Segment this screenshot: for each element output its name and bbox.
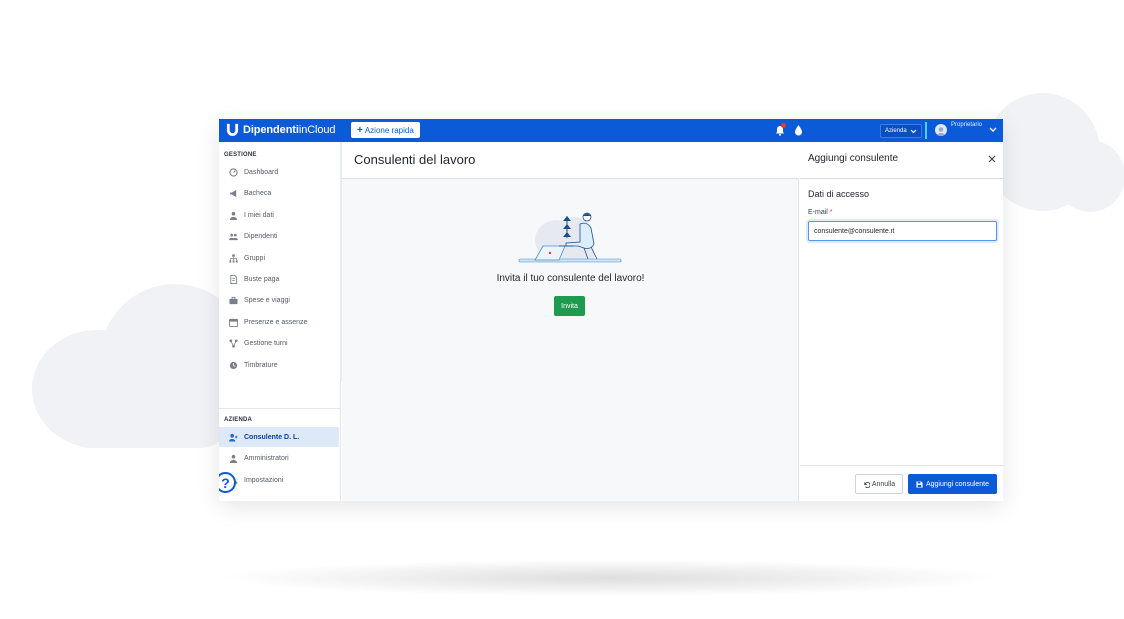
user-avatar-icon bbox=[936, 127, 946, 136]
notification-badge bbox=[781, 123, 786, 128]
briefcase-icon bbox=[229, 296, 238, 304]
sidebar-item-settings[interactable]: Impostazioni bbox=[219, 470, 339, 490]
sidebar-item-attendance[interactable]: Presenze e assenze bbox=[219, 312, 339, 332]
email-field[interactable] bbox=[808, 221, 997, 241]
sidebar-section-title: GESTIONE bbox=[224, 152, 257, 158]
sidebar-item-bacheca[interactable]: Bacheca bbox=[219, 183, 339, 203]
megaphone-icon bbox=[229, 189, 237, 197]
sidebar-item-label: Gestione turni bbox=[244, 339, 288, 347]
sidebar-item-expenses[interactable]: Spese e viaggi bbox=[219, 290, 339, 310]
floor-shadow bbox=[225, 560, 995, 596]
sidebar: GESTIONE Dashboard Bacheca I miei dati D… bbox=[219, 142, 342, 501]
shifts-icon bbox=[229, 338, 238, 348]
quick-action-label: Azione rapida bbox=[364, 125, 414, 135]
sidebar-item-my-data[interactable]: I miei dati bbox=[219, 205, 339, 225]
sidebar-item-labour-consultant[interactable]: Consulente D. L. bbox=[219, 427, 339, 447]
invite-consultant-illustration bbox=[518, 212, 622, 263]
add-consultant-panel: Aggiungi consulente Dati di accesso E-ma… bbox=[800, 142, 1003, 501]
panel-title: Aggiungi consulente bbox=[808, 153, 899, 164]
cancel-label: Annulla bbox=[871, 480, 896, 488]
quick-action-button[interactable]: + Azione rapida bbox=[351, 122, 420, 138]
company-selector[interactable]: Azienda bbox=[880, 124, 922, 138]
sidebar-item-administrators[interactable]: Amministratori bbox=[219, 448, 339, 468]
plus-icon: + bbox=[357, 124, 363, 136]
calendar-icon bbox=[229, 318, 238, 327]
sidebar-item-label: Presenze e assenze bbox=[244, 318, 308, 326]
panel-footer: Annulla Aggiungi consulente bbox=[800, 465, 1003, 501]
cancel-button[interactable]: Annulla bbox=[855, 474, 903, 494]
sitemap-icon bbox=[229, 253, 238, 263]
divider bbox=[219, 408, 340, 409]
sidebar-item-shifts[interactable]: Gestione turni bbox=[219, 333, 339, 353]
panel-header: Aggiungi consulente bbox=[800, 142, 1003, 179]
logo-icon bbox=[226, 123, 239, 136]
page-header: Consulenti del lavoro bbox=[342, 142, 799, 179]
sidebar-item-employees[interactable]: Dipendenti bbox=[219, 226, 339, 246]
clock-icon bbox=[229, 361, 238, 369]
email-label: E-mail * bbox=[808, 209, 833, 216]
sidebar-section-title: AZIENDA bbox=[224, 417, 253, 423]
add-consultant-label: Aggiungi consulente bbox=[925, 480, 990, 488]
main-content: Consulenti del lavoro Invita il tuo cons… bbox=[342, 142, 799, 501]
account-role: Proprietario bbox=[951, 122, 983, 128]
sidebar-item-label: Buste paga bbox=[244, 275, 280, 283]
sidebar-item-label: Gruppi bbox=[244, 254, 266, 262]
user-icon bbox=[229, 211, 238, 220]
brand-name: DipendentiinCloud bbox=[243, 123, 336, 136]
save-icon bbox=[916, 480, 923, 488]
chevron-down-icon[interactable] bbox=[989, 127, 997, 133]
sidebar-item-dashboard[interactable]: Dashboard bbox=[219, 162, 339, 182]
water-drop-icon[interactable] bbox=[794, 124, 803, 136]
sidebar-item-label: Dashboard bbox=[244, 168, 279, 176]
brand-logo[interactable]: DipendentiinCloud bbox=[226, 123, 336, 136]
chevron-down-icon bbox=[910, 129, 917, 133]
top-bar: DipendentiinCloud + Azione rapida Aziend… bbox=[219, 119, 1003, 142]
admin-icon bbox=[229, 454, 238, 463]
divider bbox=[925, 122, 927, 139]
page-title: Consulenti del lavoro bbox=[354, 152, 476, 167]
email-label-text: E-mail bbox=[808, 209, 828, 216]
background-cloud bbox=[60, 390, 230, 448]
background-cloud bbox=[1055, 140, 1124, 212]
sidebar-item-label: Timbrature bbox=[244, 361, 278, 369]
empty-state-message: Invita il tuo consulente del lavoro! bbox=[496, 273, 645, 284]
sidebar-item-clockings[interactable]: Timbrature bbox=[219, 355, 339, 375]
sidebar-item-label: Amministratori bbox=[244, 454, 289, 462]
avatar[interactable] bbox=[935, 124, 947, 136]
sidebar-item-groups[interactable]: Gruppi bbox=[219, 248, 339, 268]
required-asterisk: * bbox=[829, 209, 833, 216]
access-data-heading: Dati di accesso bbox=[808, 189, 870, 199]
close-icon[interactable] bbox=[988, 155, 996, 163]
sidebar-item-label: I miei dati bbox=[244, 211, 274, 219]
dashboard-icon bbox=[229, 167, 238, 177]
sidebar-item-payslips[interactable]: Buste paga bbox=[219, 269, 339, 289]
invite-button[interactable]: Invita bbox=[554, 296, 585, 316]
user-plus-icon bbox=[229, 433, 238, 442]
app-window: DipendentiinCloud + Azione rapida Aziend… bbox=[219, 119, 1003, 501]
company-selector-label: Azienda bbox=[885, 128, 907, 134]
sidebar-item-label: Impostazioni bbox=[244, 476, 284, 484]
document-icon bbox=[230, 274, 238, 284]
sidebar-item-label: Dipendenti bbox=[244, 232, 278, 240]
sidebar-item-label: Spese e viaggi bbox=[244, 296, 290, 304]
users-icon bbox=[229, 233, 238, 240]
sidebar-item-label: Consulente D. L. bbox=[244, 433, 300, 441]
add-consultant-button[interactable]: Aggiungi consulente bbox=[908, 474, 997, 494]
undo-icon bbox=[864, 481, 870, 488]
sidebar-item-label: Bacheca bbox=[244, 189, 272, 197]
